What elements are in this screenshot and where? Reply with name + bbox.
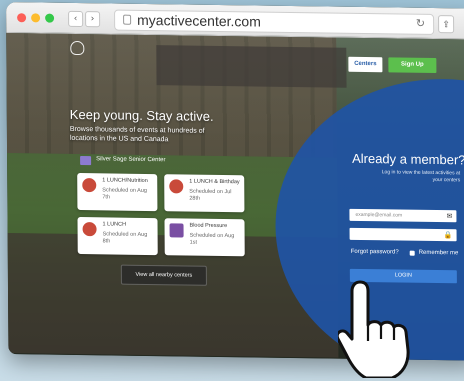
event-title: 1 LUNCH & Birthday	[189, 178, 240, 186]
event-title: Blood Pressure	[189, 222, 228, 230]
forgot-password-link[interactable]: Forgot password?	[351, 249, 399, 256]
email-placeholder: example@email.com	[355, 211, 403, 219]
event-card[interactable]: 1 LUNCH & Birthday Scheduled on Jul 28th	[164, 174, 245, 213]
forward-button[interactable]: ›	[85, 11, 101, 28]
background-roof	[156, 45, 347, 88]
view-all-centers-button[interactable]: View all nearby centers	[120, 264, 207, 286]
close-window-button[interactable]	[17, 13, 27, 23]
event-title: 1 LUNCH	[102, 221, 127, 228]
email-field[interactable]: example@email.com ✉	[349, 208, 457, 223]
share-icon[interactable]: ⇪	[438, 15, 455, 34]
lunch-icon	[169, 179, 184, 194]
hero-subtext: Browse thousands of events at hundreds o…	[69, 125, 205, 144]
remember-me-label[interactable]: Remember me	[419, 250, 459, 257]
lunch-icon	[82, 222, 97, 237]
event-card[interactable]: 1 LUNCH/Nutrition Scheduled on Aug 7th	[77, 172, 158, 212]
reload-icon[interactable]: ↻	[416, 17, 425, 30]
address-bar[interactable]: myactivecenter.com ↻	[114, 9, 435, 35]
url-text: myactivecenter.com	[137, 11, 261, 30]
event-date: Scheduled on Aug 8th	[102, 231, 148, 245]
event-date: Scheduled on Aug 1st	[189, 232, 235, 246]
hero-headline: Keep young. Stay active.	[69, 106, 214, 124]
pointer-hand-icon	[338, 280, 410, 378]
login-subtitle: Log in to view the latest activities at …	[381, 169, 461, 184]
remember-me-checkbox[interactable]	[409, 250, 415, 256]
signup-button[interactable]: Sign Up	[388, 57, 437, 74]
login-title: Already a member?	[351, 150, 464, 168]
center-name: Silver Sage Senior Center	[96, 156, 166, 164]
event-title: 1 LUNCH/Nutrition	[102, 177, 148, 184]
blood-pressure-icon	[169, 223, 184, 238]
centers-button[interactable]: Centers	[348, 56, 383, 73]
lock-icon	[123, 14, 132, 25]
event-card[interactable]: Blood Pressure Scheduled on Aug 1st	[164, 218, 245, 257]
back-button[interactable]: ‹	[68, 10, 84, 28]
site-logo-icon[interactable]	[70, 40, 85, 56]
event-date: Scheduled on Jul 28th	[189, 188, 232, 202]
center-logo-icon	[80, 156, 92, 166]
lunch-icon	[82, 178, 97, 193]
lock-icon: 🔒	[443, 231, 453, 240]
event-date: Scheduled on Aug 7th	[102, 187, 147, 201]
maximize-window-button[interactable]	[45, 13, 55, 23]
password-field[interactable]: 🔒	[349, 227, 457, 242]
envelope-icon: ✉	[446, 212, 453, 221]
event-card[interactable]: 1 LUNCH Scheduled on Aug 8th	[77, 217, 158, 256]
minimize-window-button[interactable]	[31, 13, 41, 23]
